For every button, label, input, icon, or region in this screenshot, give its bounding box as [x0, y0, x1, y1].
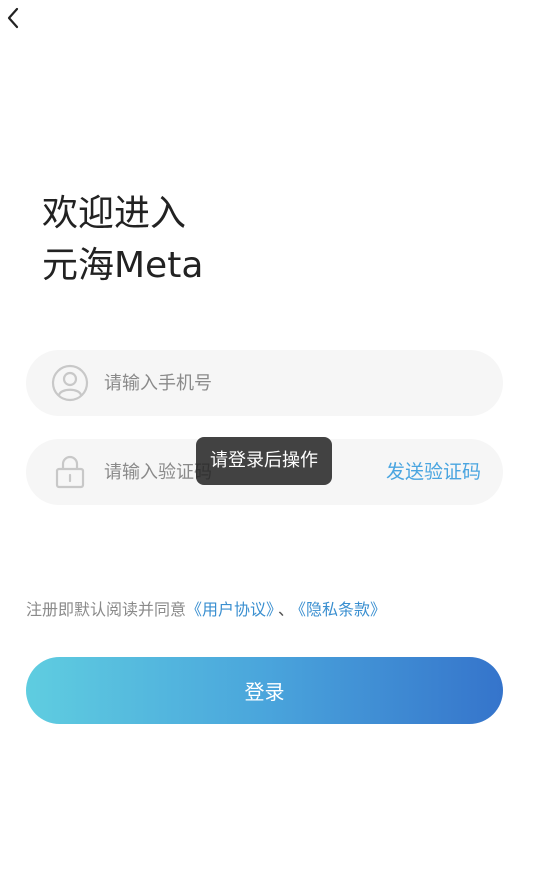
user-icon — [50, 363, 90, 403]
agreement-separator: 、 — [278, 600, 295, 619]
phone-field[interactable] — [26, 350, 503, 416]
user-agreement-link[interactable]: 《用户协议》 — [186, 600, 274, 619]
welcome-line-1: 欢迎进入 — [42, 193, 187, 234]
toast-message: 请登录后操作 — [196, 437, 332, 485]
agreement-text: 注册即默认阅读并同意《用户协议》、《隐私条款》 — [26, 596, 386, 620]
welcome-line-2: 元海Meta — [42, 245, 204, 286]
agreement-prefix: 注册即默认阅读并同意 — [26, 600, 187, 619]
login-screen: 欢迎进入 元海Meta 发送验证码 请登录后操作 注册即默认阅读并同意《用户协议… — [0, 0, 539, 887]
send-code-button[interactable]: 发送验证码 — [386, 439, 481, 505]
phone-input[interactable] — [104, 372, 364, 394]
privacy-policy-link[interactable]: 《隐私条款》 — [298, 600, 386, 619]
back-button[interactable] — [2, 4, 24, 32]
welcome-title: 欢迎进入 元海Meta — [42, 188, 203, 292]
lock-icon — [50, 452, 90, 492]
login-button[interactable]: 登录 — [26, 657, 503, 724]
chevron-left-icon — [7, 7, 19, 29]
